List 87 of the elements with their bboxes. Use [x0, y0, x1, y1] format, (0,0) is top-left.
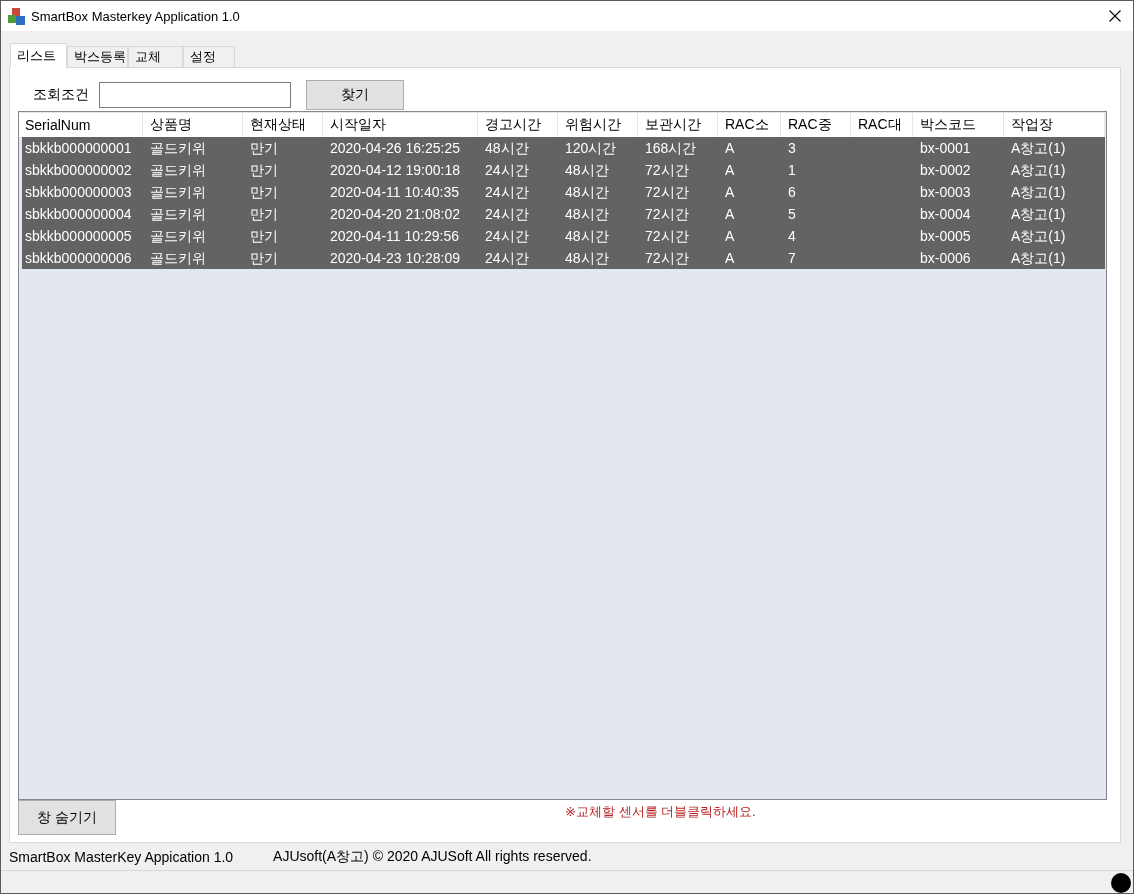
table-cell: 168시간 [645, 139, 697, 157]
table-cell: bx-0001 [920, 139, 971, 157]
table-cell: bx-0003 [920, 183, 971, 201]
table-cell: 4 [788, 227, 796, 245]
table-cell: 2020-04-11 10:29:56 [330, 227, 459, 245]
table-cell: 만기 [250, 249, 278, 267]
table-cell: 6 [788, 183, 796, 201]
table-cell: 골드키위 [150, 139, 206, 157]
cubes-icon [8, 7, 25, 25]
search-field[interactable] [99, 82, 291, 108]
table-row[interactable]: sbkkb000000001 골드키위 만기 2020-04-26 16:25:25 48시간 120시간 168시간 A 3 bx-0001 A창고(1) [22, 137, 1105, 159]
table-cell: 24시간 [485, 227, 529, 245]
table-cell: 48시간 [565, 205, 609, 223]
table-cell: 골드키위 [150, 183, 206, 201]
table-cell: 3 [788, 139, 796, 157]
table-row[interactable]: sbkkb000000006 골드키위 만기 2020-04-23 10:28:09 24시간 48시간 72시간 A 7 bx-0006 A창고(1) [22, 247, 1105, 269]
table-cell: 2020-04-23 10:28:09 [330, 249, 460, 267]
table-cell: 72시간 [645, 183, 689, 201]
table-cell: A [725, 183, 735, 201]
table-cell: 골드키위 [150, 227, 206, 245]
table-cell: sbkkb000000001 [25, 139, 132, 157]
tab[interactable]: 리스트 [10, 43, 67, 68]
circle-icon [1111, 873, 1131, 893]
table-cell: 48시간 [565, 161, 609, 179]
window-title: SmartBox Masterkey Application 1.0 [31, 8, 241, 24]
table-cell: A [725, 161, 735, 179]
status-text: SmartBox MasterKey Appication 1.0 [9, 848, 234, 865]
tab[interactable]: 설정 [183, 46, 235, 68]
table-cell: 24시간 [485, 183, 529, 201]
table-cell: 5 [788, 205, 796, 223]
status-text: AJUsoft(A창고) © 2020 AJUSoft All rights reserved. [273, 847, 592, 866]
table-cell: sbkkb000000005 [25, 227, 132, 245]
table-row[interactable]: sbkkb000000004 골드키위 만기 2020-04-20 21:08:02 24시간 48시간 72시간 A 5 bx-0004 A창고(1) [22, 203, 1105, 225]
table-cell: 만기 [250, 161, 278, 179]
table-cell: 120시간 [565, 139, 617, 157]
table-cell: 48시간 [565, 249, 609, 267]
table-cell: 골드키위 [150, 161, 206, 179]
table-cell: 만기 [250, 139, 278, 157]
table-cell: 골드키위 [150, 249, 206, 267]
tab[interactable]: 박스등록 [67, 46, 128, 68]
table-cell: 72시간 [645, 205, 689, 223]
table-cell: 7 [788, 249, 796, 267]
table-cell: bx-0004 [920, 205, 971, 223]
table-cell: 2020-04-11 10:40:35 [330, 183, 459, 201]
table-cell: sbkkb000000006 [25, 249, 132, 267]
table-row[interactable]: sbkkb000000002 골드키위 만기 2020-04-12 19:00:18 24시간 48시간 72시간 A 1 bx-0002 A창고(1) [22, 159, 1105, 181]
table-cell: A창고(1) [1011, 183, 1066, 201]
table-cell: 만기 [250, 205, 278, 223]
table-cell: 골드키위 [150, 205, 206, 223]
table-cell: A창고(1) [1011, 205, 1066, 223]
hide-window-button[interactable]: 창 숨기기 [18, 800, 116, 835]
table-cell: 72시간 [645, 227, 689, 245]
table-cell: 만기 [250, 227, 278, 245]
table-cell: sbkkb000000002 [25, 161, 132, 179]
table-cell: bx-0006 [920, 249, 971, 267]
tab[interactable]: 교체 [128, 46, 183, 68]
hint-text: ※교체할 센서를 더블클릭하세요. [565, 803, 756, 821]
table-row[interactable]: sbkkb000000003 골드키위 만기 2020-04-11 10:40:35 24시간 48시간 72시간 A 6 bx-0003 A창고(1) [22, 181, 1105, 203]
table-cell: 72시간 [645, 161, 689, 179]
table-cell: 24시간 [485, 249, 529, 267]
table-cell: 1 [788, 161, 796, 179]
table-cell: A [725, 227, 735, 245]
table-cell: bx-0002 [920, 161, 971, 179]
table-cell: 만기 [250, 183, 278, 201]
table-cell: A창고(1) [1011, 139, 1066, 157]
table-cell: sbkkb000000003 [25, 183, 132, 201]
table-cell: A창고(1) [1011, 249, 1066, 267]
table-cell: 2020-04-12 19:00:18 [330, 161, 460, 179]
table-cell: A창고(1) [1011, 227, 1066, 245]
table-cell: A창고(1) [1011, 161, 1066, 179]
table-cell: 48시간 [565, 183, 609, 201]
table-cell: A [725, 205, 735, 223]
table-cell: 24시간 [485, 161, 529, 179]
table-cell: 48시간 [485, 139, 529, 157]
table-cell: A [725, 139, 735, 157]
table-cell: 48시간 [565, 227, 609, 245]
table-cell: 24시간 [485, 205, 529, 223]
table-cell: 72시간 [645, 249, 689, 267]
search-label: 조회조건 [33, 86, 90, 104]
table-cell: bx-0005 [920, 227, 971, 245]
table-row[interactable]: sbkkb000000005 골드키위 만기 2020-04-11 10:29:56 24시간 48시간 72시간 A 4 bx-0005 A창고(1) [22, 225, 1105, 247]
table-cell: 2020-04-20 21:08:02 [330, 205, 460, 223]
table-cell: 2020-04-26 16:25:25 [330, 139, 460, 157]
close-icon[interactable] [1109, 10, 1121, 22]
table-cell: A [725, 249, 735, 267]
search-button[interactable]: 찾기 [306, 80, 404, 110]
table-cell: sbkkb000000004 [25, 205, 132, 223]
